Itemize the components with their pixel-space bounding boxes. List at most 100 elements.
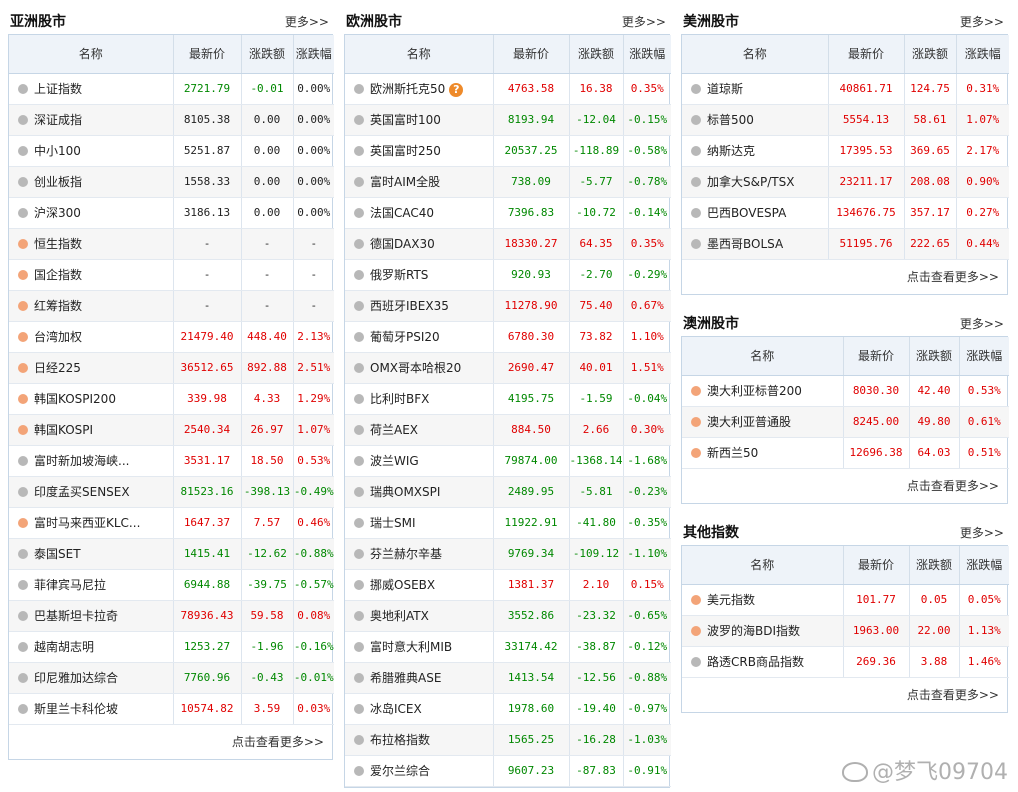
index-name[interactable]: 美元指数	[707, 593, 755, 607]
index-name[interactable]: 巴基斯坦卡拉奇	[34, 609, 118, 623]
index-name-cell[interactable]: 德国DAX30	[345, 228, 494, 260]
index-name[interactable]: 恒生指数	[34, 237, 82, 251]
index-name-cell[interactable]: 路透CRB商品指数	[682, 646, 844, 678]
index-name-cell[interactable]: 布拉格指数	[345, 724, 494, 756]
col-header-price[interactable]: 最新价	[173, 35, 242, 74]
america-view-more-link[interactable]: 点击查看更多>>	[682, 260, 1007, 294]
table-row[interactable]: 希腊雅典ASE 1413.54 -12.56 -0.88%	[345, 662, 671, 694]
table-row[interactable]: 冰岛ICEX 1978.60 -19.40 -0.97%	[345, 693, 671, 725]
table-row[interactable]: 泰国SET 1415.41 -12.62 -0.88%	[9, 538, 334, 570]
other-more-link[interactable]: 更多>>	[960, 524, 1004, 541]
table-row[interactable]: 奥地利ATX 3552.86 -23.32 -0.65%	[345, 600, 671, 632]
index-name[interactable]: 沪深300	[34, 206, 81, 220]
index-name[interactable]: 富时马来西亚KLC...	[34, 516, 140, 530]
table-row[interactable]: 瑞士SMI 11922.91 -41.80 -0.35%	[345, 507, 671, 539]
index-name-cell[interactable]: 希腊雅典ASE	[345, 662, 494, 694]
table-row[interactable]: OMX哥本哈根20 2690.47 40.01 1.51%	[345, 352, 671, 384]
index-name-cell[interactable]: 标普500	[682, 104, 829, 136]
table-row[interactable]: 芬兰赫尔辛基 9769.34 -109.12 -1.10%	[345, 538, 671, 570]
table-row[interactable]: 巴基斯坦卡拉奇 78936.43 59.58 0.08%	[9, 600, 334, 632]
index-name-cell[interactable]: 台湾加权	[9, 321, 174, 353]
index-name[interactable]: 日经225	[34, 361, 81, 375]
index-name-cell[interactable]: 波兰WIG	[345, 445, 494, 477]
index-name-cell[interactable]: 中小100	[9, 135, 174, 167]
index-name-cell[interactable]: 韩国KOSPI200	[9, 383, 174, 415]
table-row[interactable]: 澳大利亚标普200 8030.30 42.40 0.53%	[682, 375, 1009, 407]
index-name[interactable]: 越南胡志明	[34, 640, 94, 654]
index-name[interactable]: 路透CRB商品指数	[707, 655, 804, 669]
index-name[interactable]: 葡萄牙PSI20	[370, 330, 440, 344]
index-name-cell[interactable]: 沪深300	[9, 197, 174, 229]
index-name[interactable]: 瑞典OMXSPI	[370, 485, 440, 499]
table-row[interactable]: 欧洲斯托克50? 4763.58 16.38 0.35%	[345, 73, 671, 105]
index-name[interactable]: 英国富时250	[370, 144, 441, 158]
index-name-cell[interactable]: 瑞典OMXSPI	[345, 476, 494, 508]
index-name[interactable]: 台湾加权	[34, 330, 82, 344]
index-name-cell[interactable]: 荷兰AEX	[345, 414, 494, 446]
index-name-cell[interactable]: 比利时BFX	[345, 383, 494, 415]
index-name-cell[interactable]: 俄罗斯RTS	[345, 259, 494, 291]
index-name[interactable]: 中小100	[34, 144, 81, 158]
col-header-price[interactable]: 最新价	[493, 35, 570, 74]
table-row[interactable]: 印尼雅加达综合 7760.96 -0.43 -0.01%	[9, 662, 334, 694]
index-name[interactable]: 冰岛ICEX	[370, 702, 422, 716]
index-name-cell[interactable]: 恒生指数	[9, 228, 174, 260]
index-name[interactable]: 英国富时100	[370, 113, 441, 127]
index-name-cell[interactable]: 上证指数	[9, 73, 174, 105]
table-row[interactable]: 富时AIM全股 738.09 -5.77 -0.78%	[345, 166, 671, 198]
index-name[interactable]: 瑞士SMI	[370, 516, 416, 530]
index-name[interactable]: 比利时BFX	[370, 392, 429, 406]
col-header-pct[interactable]: 涨跌幅	[959, 546, 1009, 585]
index-name[interactable]: 印尼雅加达综合	[34, 671, 118, 685]
index-name[interactable]: 创业板指	[34, 175, 82, 189]
index-name[interactable]: 澳大利亚普通股	[707, 415, 791, 429]
col-header-pct[interactable]: 涨跌幅	[959, 337, 1009, 376]
index-name[interactable]: 波兰WIG	[370, 454, 419, 468]
index-name-cell[interactable]: 英国富时250	[345, 135, 494, 167]
index-name[interactable]: 纳斯达克	[707, 144, 755, 158]
index-name-cell[interactable]: 泰国SET	[9, 538, 174, 570]
col-header-pct[interactable]: 涨跌幅	[956, 35, 1009, 74]
table-row[interactable]: 纳斯达克 17395.53 369.65 2.17%	[682, 135, 1009, 167]
asia-view-more-link[interactable]: 点击查看更多>>	[9, 725, 332, 759]
table-row[interactable]: 创业板指 1558.33 0.00 0.00%	[9, 166, 334, 198]
index-name-cell[interactable]: OMX哥本哈根20	[345, 352, 494, 384]
table-row[interactable]: 富时意大利MIB 33174.42 -38.87 -0.12%	[345, 631, 671, 663]
index-name[interactable]: 爱尔兰综合	[370, 764, 430, 778]
asia-more-link[interactable]: 更多>>	[285, 13, 329, 30]
table-row[interactable]: 比利时BFX 4195.75 -1.59 -0.04%	[345, 383, 671, 415]
index-name[interactable]: 泰国SET	[34, 547, 81, 561]
index-name-cell[interactable]: 挪威OSEBX	[345, 569, 494, 601]
index-name[interactable]: 菲律宾马尼拉	[34, 578, 106, 592]
index-name[interactable]: 欧洲斯托克50	[370, 82, 445, 96]
col-header-change[interactable]: 涨跌额	[241, 35, 294, 74]
col-header-change[interactable]: 涨跌额	[569, 35, 624, 74]
index-name[interactable]: 富时AIM全股	[370, 175, 440, 189]
table-row[interactable]: 加拿大S&P/TSX 23211.17 208.08 0.90%	[682, 166, 1009, 198]
table-row[interactable]: 瑞典OMXSPI 2489.95 -5.81 -0.23%	[345, 476, 671, 508]
table-row[interactable]: 日经225 36512.65 892.88 2.51%	[9, 352, 334, 384]
index-name[interactable]: 斯里兰卡科伦坡	[34, 702, 118, 716]
table-row[interactable]: 标普500 5554.13 58.61 1.07%	[682, 104, 1009, 136]
index-name-cell[interactable]: 巴基斯坦卡拉奇	[9, 600, 174, 632]
table-row[interactable]: 中小100 5251.87 0.00 0.00%	[9, 135, 334, 167]
index-name-cell[interactable]: 葡萄牙PSI20	[345, 321, 494, 353]
index-name-cell[interactable]: 冰岛ICEX	[345, 693, 494, 725]
table-row[interactable]: 俄罗斯RTS 920.93 -2.70 -0.29%	[345, 259, 671, 291]
index-name-cell[interactable]: 斯里兰卡科伦坡	[9, 693, 174, 725]
index-name[interactable]: 国企指数	[34, 268, 82, 282]
america-more-link[interactable]: 更多>>	[960, 13, 1004, 30]
table-row[interactable]: 韩国KOSPI 2540.34 26.97 1.07%	[9, 414, 334, 446]
index-name-cell[interactable]: 富时新加坡海峡...	[9, 445, 174, 477]
index-name-cell[interactable]: 深证成指	[9, 104, 174, 136]
table-row[interactable]: 台湾加权 21479.40 448.40 2.13%	[9, 321, 334, 353]
table-row[interactable]: 恒生指数 - - -	[9, 228, 334, 260]
index-name[interactable]: 富时新加坡海峡...	[34, 454, 129, 468]
index-name-cell[interactable]: 爱尔兰综合	[345, 755, 494, 787]
index-name-cell[interactable]: 澳大利亚标普200	[682, 375, 844, 407]
col-header-pct[interactable]: 涨跌幅	[623, 35, 671, 74]
table-row[interactable]: 布拉格指数 1565.25 -16.28 -1.03%	[345, 724, 671, 756]
index-name[interactable]: 标普500	[707, 113, 754, 127]
index-name-cell[interactable]: 美元指数	[682, 584, 844, 616]
table-row[interactable]: 巴西BOVESPA 134676.75 357.17 0.27%	[682, 197, 1009, 229]
